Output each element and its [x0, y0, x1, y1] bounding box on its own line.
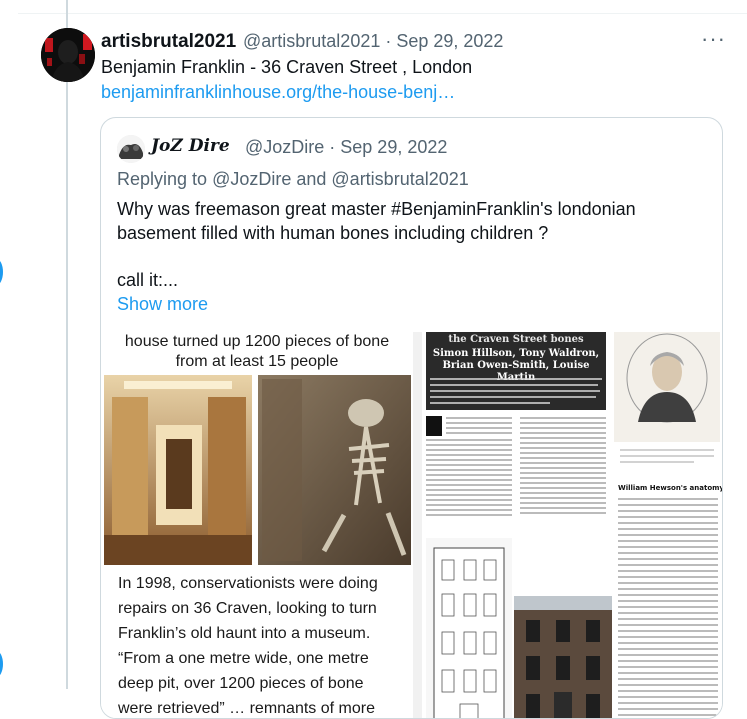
more-options-button[interactable]: ···	[701, 26, 726, 52]
image-body-line: repairs on 36 Craven, looking to turn	[118, 600, 377, 617]
edge-blue-indicator-icon[interactable]	[0, 651, 3, 677]
replying-to-line: Replying to @JozDire and @artisbrutal202…	[117, 169, 469, 190]
quote-text-line: call it:...	[117, 270, 179, 290]
author-name[interactable]: artisbrutal2021	[101, 31, 236, 53]
media-image-left[interactable]: house turned up 1200 pieces of bone from…	[101, 332, 413, 718]
article-abstract-lines	[430, 378, 602, 404]
show-more-link[interactable]: Show more	[117, 294, 208, 315]
portrait-caption-lines	[620, 449, 714, 463]
basement-photos	[104, 375, 411, 565]
article-authors-line: Simon Hillson, Tony Waldron,	[432, 348, 600, 359]
more-horizontal-icon: ···	[701, 26, 726, 51]
image-body-line: “From a one metre wide, one metre	[118, 650, 369, 667]
image-body-line: In 1998, conservationists were doing	[118, 575, 378, 592]
image-body-line: were retrieved” … remnants of more	[118, 700, 375, 717]
quote-author-name[interactable]: JoZ Dire	[151, 136, 230, 156]
portrait-caption-block	[614, 446, 718, 486]
tweet-link[interactable]: benjaminfranklinhouse.org/the-house-benj…	[101, 82, 455, 103]
avatar-image	[41, 28, 95, 82]
quote-author-handle-date[interactable]: @JozDire · Sep 29, 2022	[245, 137, 447, 158]
image-caption-line: from at least 15 people	[175, 353, 339, 370]
image-body-line: Franklin’s old haunt into a museum.	[118, 625, 371, 642]
tweet-text: Benjamin Franklin - 36 Craven Street , L…	[101, 57, 473, 77]
quote-avatar-image	[117, 135, 145, 163]
quoted-tweet-card[interactable]: JoZ Dire @JozDire · Sep 29, 2022 Replyin…	[100, 117, 723, 719]
building-photo	[514, 596, 612, 718]
article-subhead: William Hewson's anatomy school	[618, 484, 722, 492]
quote-text-line: Why was freemason great master #Benjamin…	[117, 199, 636, 219]
quote-media[interactable]: house turned up 1200 pieces of bone from…	[101, 332, 722, 718]
article-right-column	[618, 498, 718, 716]
building-drawing	[426, 538, 512, 718]
author-avatar[interactable]	[41, 28, 95, 82]
author-handle-date[interactable]: @artisbrutal2021 · Sep 29, 2022	[243, 31, 503, 52]
replying-to-user-1[interactable]: @JozDire	[212, 169, 291, 189]
image-caption-line: house turned up 1200 pieces of bone	[124, 333, 390, 350]
edge-blue-indicator-icon[interactable]	[0, 259, 3, 285]
article-title: the Craven Street bones	[448, 334, 584, 345]
portrait-engraving	[614, 332, 720, 442]
article-columns	[426, 416, 606, 516]
media-image-right[interactable]: the Craven Street bones Simon Hillson, T…	[422, 332, 722, 718]
replying-to-user-2[interactable]: @artisbrutal2021	[331, 169, 468, 189]
top-divider	[18, 13, 747, 14]
image-body-line: deep pit, over 1200 pieces of bone	[118, 675, 364, 692]
replying-to-and: and	[291, 169, 332, 189]
quote-text-line: basement filled with human bones includi…	[117, 223, 549, 243]
quote-author-avatar[interactable]	[117, 135, 145, 163]
thread-connector-line	[66, 0, 68, 689]
replying-to-prefix: Replying to	[117, 169, 213, 189]
